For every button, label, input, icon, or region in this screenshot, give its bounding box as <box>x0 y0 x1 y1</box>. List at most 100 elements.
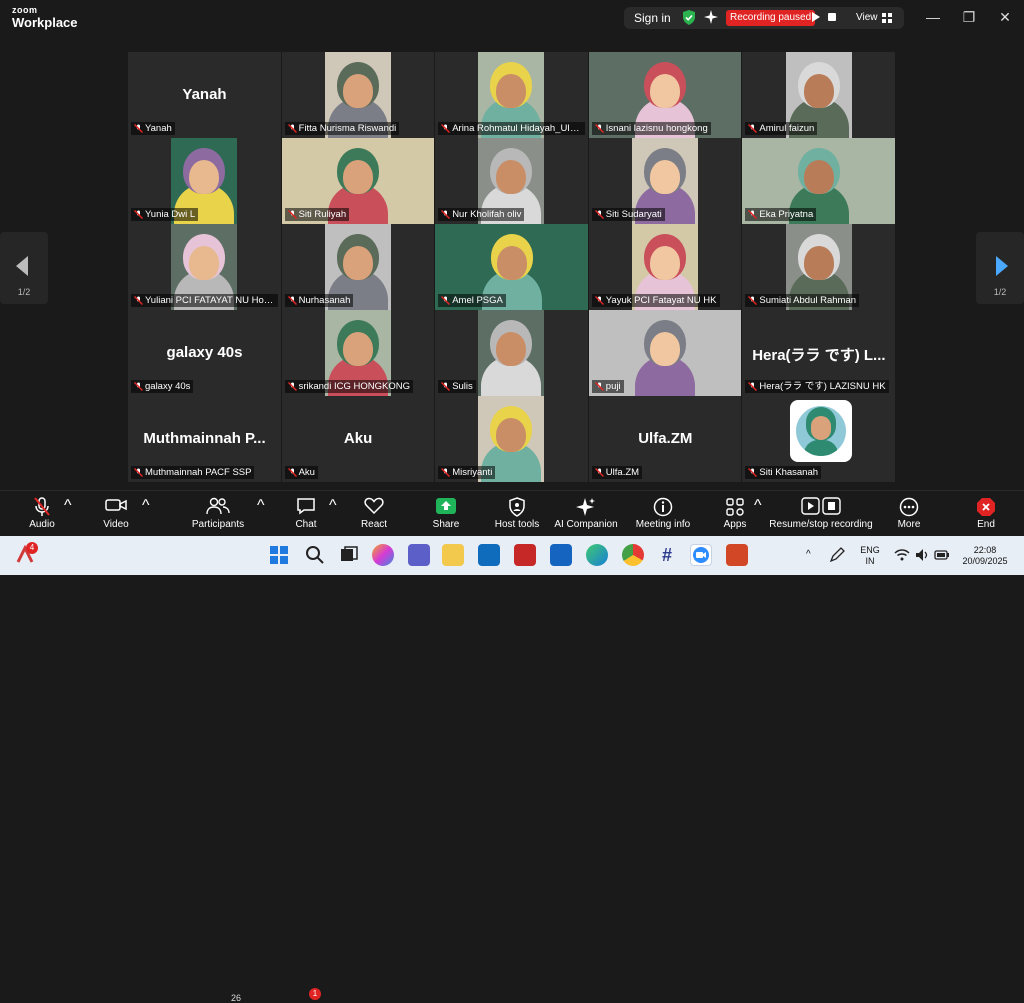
participant-tile[interactable]: Yunia Dwi L <box>128 138 281 224</box>
participant-tile[interactable]: srikandi ICG HONGKONG <box>281 310 435 396</box>
mcafee-icon[interactable] <box>514 544 536 566</box>
page-indicator-right: 1/2 <box>993 287 1007 297</box>
participant-tile[interactable]: Eka Priyatna <box>742 138 895 224</box>
react-button[interactable]: React <box>358 497 390 535</box>
participant-tile[interactable]: Sulis <box>435 310 588 396</box>
participant-name: Arina Rohmatul Hidayah_UIT Lir... <box>452 123 586 134</box>
chat-button[interactable]: Chat <box>290 497 322 535</box>
participant-tile[interactable]: Yanah Yanah <box>128 52 281 138</box>
close-button[interactable]: ✕ <box>996 8 1014 26</box>
mic-muted-icon <box>594 468 604 477</box>
participant-tile[interactable]: Yayuk PCI Fatayat NU HK <box>588 224 742 310</box>
participant-tile[interactable]: Siti Sudaryati <box>588 138 742 224</box>
participant-tile[interactable]: Amel PSGA <box>435 224 588 310</box>
participants-button[interactable]: Participants <box>190 497 246 535</box>
powerpoint-icon[interactable] <box>726 544 748 566</box>
participants-options-caret[interactable]: ^ <box>257 497 265 535</box>
outlook-icon[interactable] <box>478 544 500 566</box>
participant-tile[interactable]: Misriyanti <box>435 396 588 482</box>
participant-tile[interactable]: puji <box>588 310 742 396</box>
grid-icon[interactable] <box>882 13 892 23</box>
volume-icon[interactable] <box>914 547 930 563</box>
sparkle-icon[interactable] <box>704 10 718 24</box>
sign-in-button[interactable]: Sign in <box>634 11 671 25</box>
participant-tile[interactable]: Siti Ruliyah <box>281 138 435 224</box>
participant-tile[interactable]: Fitta Nurisma Riswandi <box>281 52 435 138</box>
apps-button[interactable]: Apps <box>720 497 750 535</box>
mic-muted-icon <box>287 296 297 305</box>
meeting-info-button[interactable]: Meeting info <box>634 497 692 535</box>
meeting-info-label: Meeting info <box>635 519 691 530</box>
more-button[interactable]: More <box>894 497 924 535</box>
participant-tile[interactable]: galaxy 40s galaxy 40s <box>128 310 281 396</box>
ai-companion-button[interactable]: AI Companion <box>554 497 618 535</box>
file-explorer-icon[interactable] <box>442 544 464 566</box>
edge-icon[interactable] <box>586 544 608 566</box>
participant-tile[interactable]: Amirul faizun <box>742 52 895 138</box>
participant-tile[interactable]: Ulfa.ZM Ulfa.ZM <box>588 396 742 482</box>
participant-tile[interactable]: Nur Kholifah oliv <box>435 138 588 224</box>
participant-name: Eka Priyatna <box>759 209 814 220</box>
language-indicator[interactable]: ENG IN <box>858 545 882 567</box>
participant-tile[interactable]: Nurhasanah <box>281 224 435 310</box>
start-icon[interactable] <box>268 544 290 566</box>
audio-button[interactable]: Audio <box>22 497 62 535</box>
participant-display-name: Yanah <box>182 86 227 103</box>
participant-name-label: puji <box>591 380 624 393</box>
clock[interactable]: 22:08 20/09/2025 <box>958 545 1012 567</box>
participant-name: Yanah <box>145 123 172 134</box>
participant-tile[interactable]: Hera(ララ です) L... Hera(ララ です) LAZISNU HK <box>742 310 895 396</box>
audio-options-caret[interactable]: ^ <box>64 497 72 535</box>
participant-tile[interactable]: Sumiati Abdul Rahman <box>742 224 895 310</box>
host-tools-button[interactable]: Host tools <box>492 497 542 535</box>
end-icon <box>972 497 1000 517</box>
play-icon[interactable] <box>812 12 820 22</box>
wifi-icon[interactable] <box>894 547 910 563</box>
chevron-left-icon <box>16 256 28 276</box>
stop-icon[interactable] <box>828 13 836 21</box>
video-options-caret[interactable]: ^ <box>142 497 150 535</box>
maximize-button[interactable]: ❐ <box>960 8 978 26</box>
search-icon[interactable] <box>304 544 326 566</box>
participant-tile[interactable]: Aku Aku <box>281 396 435 482</box>
battery-icon[interactable] <box>934 547 950 563</box>
notification-badge: 4 <box>26 542 38 554</box>
participant-tile[interactable]: Muthmainnah P... Muthmainnah PACF SSP <box>128 396 281 482</box>
view-button[interactable]: View <box>856 12 878 23</box>
end-meeting-button[interactable]: End <box>972 497 1000 535</box>
participant-display-name: Muthmainnah P... <box>143 430 266 447</box>
store-icon[interactable] <box>550 544 572 566</box>
apps-options-caret[interactable]: ^ <box>754 497 762 535</box>
ai-companion-label: AI Companion <box>554 519 618 530</box>
hashtag-app-icon[interactable]: # <box>656 544 678 566</box>
participant-name-label: Misriyanti <box>438 466 496 479</box>
mic-muted-icon <box>441 296 451 305</box>
pen-icon[interactable] <box>828 546 846 564</box>
next-page-button[interactable]: 1/2 <box>976 232 1024 304</box>
task-view-icon[interactable] <box>338 544 360 566</box>
participant-tile[interactable]: Siti Khasanah <box>742 396 895 482</box>
video-button[interactable]: Video <box>98 497 134 535</box>
heart-icon <box>358 497 390 517</box>
mic-muted-icon <box>441 210 451 219</box>
tray-overflow-icon[interactable]: ^ <box>806 549 811 560</box>
participant-name: galaxy 40s <box>145 381 191 392</box>
copilot-icon[interactable] <box>372 544 394 566</box>
chat-options-caret[interactable]: ^ <box>329 497 337 535</box>
participant-tile[interactable]: Isnani lazisnu hongkong <box>588 52 742 138</box>
chrome-icon[interactable] <box>622 544 644 566</box>
teams-icon[interactable] <box>408 544 430 566</box>
minimize-button[interactable]: — <box>924 8 942 26</box>
shield-icon[interactable] <box>682 10 696 25</box>
zoom-taskbar-icon[interactable] <box>690 544 712 566</box>
chat-unread-badge: 1 <box>309 988 321 1000</box>
participant-tile[interactable]: Yuliani PCI FATAYAT NU Hon... <box>128 224 281 310</box>
record-controls-icon <box>768 497 874 517</box>
participant-name: Yayuk PCI Fatayat NU HK <box>605 295 717 306</box>
share-button[interactable]: Share <box>430 497 462 535</box>
participant-tile[interactable]: Arina Rohmatul Hidayah_UIT Lir... <box>435 52 588 138</box>
recording-control-button[interactable]: Resume/stop recording <box>768 497 874 535</box>
prev-page-button[interactable]: 1/2 <box>0 232 48 304</box>
mic-muted-icon <box>441 468 451 477</box>
participant-name-label: Hera(ララ です) LAZISNU HK <box>745 380 889 393</box>
